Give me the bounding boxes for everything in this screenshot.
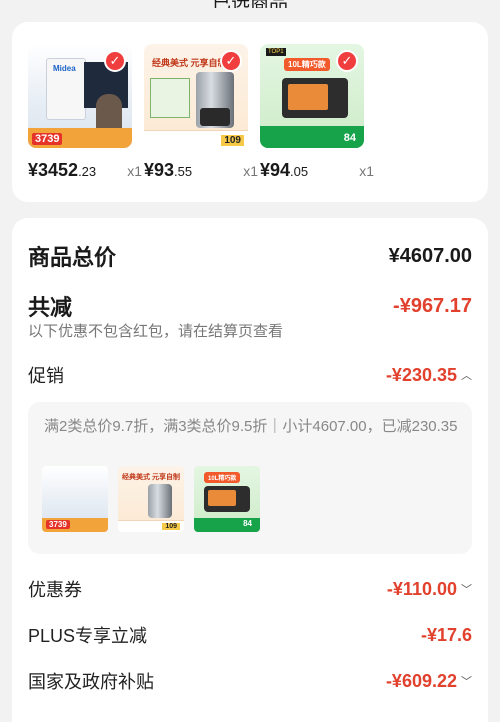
promo-product-oven: 10L精巧款 84 xyxy=(194,466,260,532)
total-value: ¥4607.00 xyxy=(388,244,472,267)
coupon-label: 优惠券 xyxy=(28,580,82,600)
plus-row: PLUS专享立减 -¥17.6 xyxy=(28,622,472,648)
selected-products-card: Midea 3739 ✓ ¥3452.23 x1 经典美式 元享自制 109 ✓ xyxy=(12,22,488,202)
product-price: ¥94.05 xyxy=(260,160,309,180)
product-price: ¥93.55 xyxy=(144,160,193,180)
page-title: 已选商品 xyxy=(0,0,500,8)
total-label: 商品总价 xyxy=(28,245,117,270)
discount-label: 共减 xyxy=(28,295,73,320)
price-summary-card: 商品总价 ¥4607.00 共减 -¥967.17 以下优惠不包含红包，请在结算… xyxy=(12,218,488,722)
plus-label: PLUS专享立减 xyxy=(28,626,148,646)
check-icon[interactable]: ✓ xyxy=(104,50,126,72)
chevron-down-icon[interactable]: ﹀ xyxy=(461,673,472,689)
coupon-row[interactable]: 优惠券 -¥110.00 ﹀ xyxy=(28,576,472,602)
promo-label: 促销 xyxy=(28,366,64,386)
promo-row[interactable]: 促销 -¥230.35 ︿ xyxy=(28,362,472,388)
check-icon[interactable]: ✓ xyxy=(220,50,242,72)
check-icon[interactable]: ✓ xyxy=(336,50,358,72)
discount-value: -¥967.17 xyxy=(393,294,472,317)
product-image-coffee[interactable]: 经典美式 元享自制 109 ✓ xyxy=(144,44,248,148)
promo-product-heater: 3739 xyxy=(42,466,108,532)
product-qty: x1 xyxy=(243,163,258,179)
promo-value: -¥230.35 xyxy=(385,364,457,385)
product-image-heater[interactable]: Midea 3739 ✓ xyxy=(28,44,132,148)
product-qty: x1 xyxy=(127,163,142,179)
discount-hint: 以下优惠不包含红包，请在结算页查看 xyxy=(28,323,284,340)
product-item-coffee[interactable]: 经典美式 元享自制 109 ✓ ¥93.55 x1 xyxy=(144,44,258,181)
product-price: ¥3452.23 xyxy=(28,160,97,180)
promo-detail-text: 满2类总价9.7折，满3类总价9.5折｜小计4607.00，已减230.35 xyxy=(44,418,458,435)
plus-value: -¥17.6 xyxy=(420,624,472,645)
product-qty: x1 xyxy=(359,163,374,179)
chevron-down-icon[interactable]: ﹀ xyxy=(461,581,472,597)
product-item-oven[interactable]: TOP1 10L精巧款 84 ✓ ¥94.05 x1 xyxy=(260,44,374,181)
product-item-heater[interactable]: Midea 3739 ✓ ¥3452.23 x1 xyxy=(28,44,142,181)
promo-detail-box: 满2类总价9.7折，满3类总价9.5折｜小计4607.00，已减230.35 3… xyxy=(28,402,472,554)
product-image-oven[interactable]: TOP1 10L精巧款 84 ✓ xyxy=(260,44,364,148)
gov-subsidy-label: 国家及政府补贴 xyxy=(28,672,154,692)
gov-subsidy-row[interactable]: 国家及政府补贴 -¥609.22 ﹀ xyxy=(28,668,472,694)
gov-subsidy-value: -¥609.22 xyxy=(385,670,457,691)
coupon-value: -¥110.00 xyxy=(386,578,457,599)
chevron-up-icon[interactable]: ︿ xyxy=(461,367,472,383)
promo-product-coffee: 经典美式 元享自制 109 xyxy=(118,466,184,532)
